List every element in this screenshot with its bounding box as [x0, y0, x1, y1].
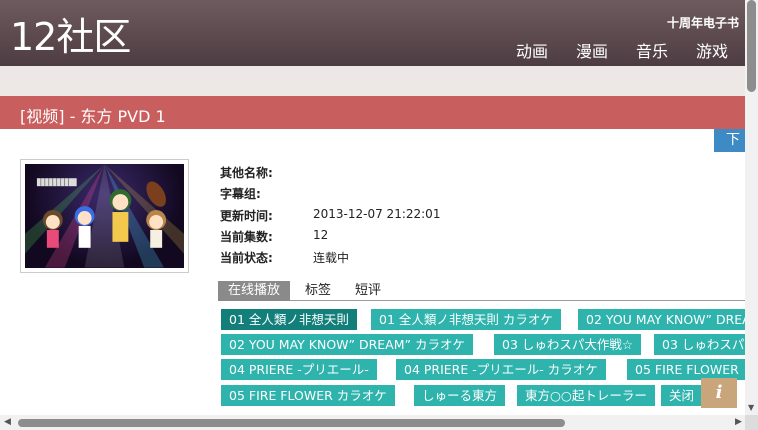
scroll-right-arrow-icon[interactable]: ▶ [735, 417, 742, 427]
nav-item-music[interactable]: 音乐 [636, 38, 696, 62]
horizontal-scrollbar[interactable]: ◀ ▶ [0, 415, 745, 430]
episode-button[interactable]: 01 全人類ノ非想天則 カラオケ [371, 309, 561, 330]
cover-image [20, 159, 189, 273]
cover-artwork [25, 164, 184, 268]
info-label: 当前状态: [220, 251, 273, 265]
vertical-scrollbar[interactable]: ▼ [745, 0, 758, 415]
info-label: 字幕组: [220, 187, 261, 201]
site-header: 12社区 十周年电子书 动画 漫画 音乐 游戏 [0, 0, 745, 66]
info-value: 12 [313, 228, 329, 242]
info-value: 2013-12-07 21:22:01 [313, 207, 441, 221]
info-label: 其他名称: [220, 166, 273, 180]
tab-comments[interactable]: 短评 [345, 281, 391, 301]
nav-item-manga[interactable]: 漫画 [576, 38, 636, 62]
episode-button[interactable]: 東方○○起トレーラー [517, 385, 655, 406]
tab-tags[interactable]: 标签 [295, 281, 341, 301]
content-tabs: 在线播放 标签 短评 [218, 281, 745, 301]
episode-button[interactable]: 05 FIRE FLOWER [627, 359, 745, 380]
main-nav: 动画 漫画 音乐 游戏 [516, 38, 756, 62]
site-logo[interactable]: 12社区 [10, 14, 131, 60]
episode-list: 01 全人類ノ非想天則 01 全人類ノ非想天則 カラオケ 02 YOU MAY … [220, 309, 745, 407]
episode-button[interactable]: 02 YOU MAY KNOW” DREAM [578, 309, 745, 330]
scroll-down-arrow-icon[interactable]: ▼ [748, 403, 754, 412]
episode-button[interactable]: 03 しゅわスパ大作戦☆ カラオケ [654, 334, 745, 355]
tab-online-play[interactable]: 在线播放 [218, 281, 291, 301]
episode-button[interactable]: 03 しゅわスパ大作戦☆ [494, 334, 642, 355]
episode-button[interactable]: 04 PRIERE -プリエール- [221, 359, 377, 380]
episode-button[interactable]: 04 PRIERE -プリエール- カラオケ [396, 359, 606, 380]
page-title: [视频] - 东方 PVD 1 [20, 107, 166, 126]
episode-button[interactable]: 01 全人類ノ非想天則 [221, 309, 357, 330]
episode-button[interactable]: 05 FIRE FLOWER カラオケ [221, 385, 395, 406]
scrollbar-corner [745, 415, 758, 430]
horizontal-scrollbar-thumb[interactable] [18, 419, 565, 427]
info-label: 当前集数: [220, 230, 273, 244]
episode-button[interactable]: 关闭 [661, 385, 703, 406]
cover-illustration [25, 164, 184, 268]
scroll-left-arrow-icon[interactable]: ◀ [4, 417, 11, 427]
info-label: 更新时间: [220, 209, 273, 223]
sub-navbar [0, 66, 745, 96]
episode-button[interactable]: しゅーる東方 [414, 385, 506, 406]
info-icon[interactable]: i [701, 378, 737, 408]
title-bar: [视频] - 东方 PVD 1 [0, 96, 745, 129]
vertical-scrollbar-thumb[interactable] [747, 0, 756, 92]
download-button[interactable]: 下 [714, 129, 745, 152]
info-value: 连载中 [313, 251, 350, 265]
episode-button[interactable]: 02 YOU MAY KNOW” DREAM” カラオケ [221, 334, 473, 355]
ebook-link[interactable]: 十周年电子书 [667, 14, 739, 31]
nav-item-anime[interactable]: 动画 [516, 38, 576, 62]
